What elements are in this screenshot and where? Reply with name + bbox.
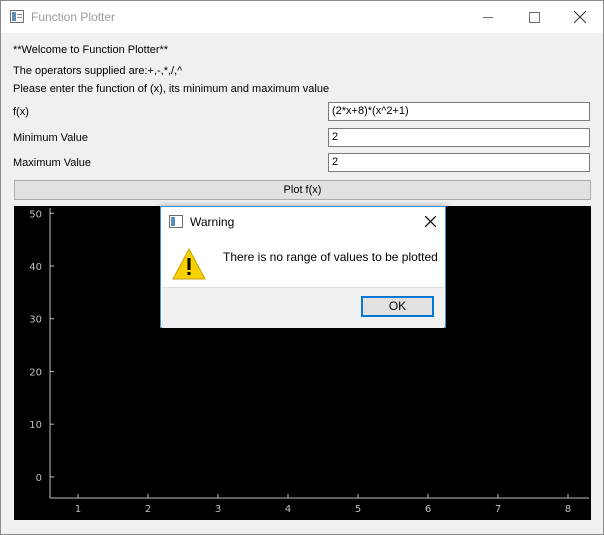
- close-icon: [425, 216, 436, 227]
- y-tick-label: 20: [29, 367, 42, 378]
- x-tick-label: 4: [285, 504, 291, 515]
- maximum-input[interactable]: 2: [328, 153, 590, 172]
- x-tick-label: 6: [425, 504, 431, 515]
- function-input[interactable]: (2*x+8)*(x^2+1): [328, 102, 590, 121]
- minimum-label: Minimum Value: [13, 132, 88, 144]
- y-tick-label: 50: [29, 209, 42, 220]
- maximize-button[interactable]: [511, 1, 557, 33]
- y-tick-label: 10: [29, 420, 42, 431]
- y-tick-label: 30: [29, 315, 42, 326]
- close-icon: [574, 11, 586, 23]
- window-title: Function Plotter: [31, 10, 116, 24]
- dialog-title: Warning: [190, 215, 235, 229]
- maximum-label: Maximum Value: [13, 157, 92, 169]
- operators-text: The operators supplied are:+,-,*,/,^: [13, 65, 183, 77]
- dialog-app-icon: [169, 215, 183, 228]
- instructions-text: Please enter the function of (x), its mi…: [13, 83, 330, 95]
- welcome-text: **Welcome to Function Plotter**: [13, 44, 169, 56]
- main-window: Function Plotter **Welcome to Function P…: [0, 0, 604, 535]
- x-tick-label: 7: [495, 504, 501, 515]
- plot-button[interactable]: Plot f(x): [14, 180, 591, 200]
- minimum-input[interactable]: 2: [328, 128, 590, 147]
- x-tick-label: 5: [355, 504, 361, 515]
- warning-triangle-icon: [172, 247, 206, 280]
- x-tick-label: 2: [145, 504, 151, 515]
- x-tick-label: 1: [75, 504, 81, 515]
- x-tick-label: 3: [215, 504, 221, 515]
- title-bar[interactable]: Function Plotter: [1, 1, 603, 33]
- dialog-close-button[interactable]: [419, 211, 441, 233]
- y-tick-label: 0: [36, 473, 42, 484]
- function-label: f(x): [13, 106, 29, 118]
- warning-dialog: Warning There is no range of values to b…: [160, 206, 446, 328]
- minimize-button[interactable]: [465, 1, 511, 33]
- ok-button[interactable]: OK: [361, 296, 434, 317]
- app-icon: [10, 10, 24, 23]
- y-tick-label: 40: [29, 262, 42, 273]
- close-button[interactable]: [557, 1, 603, 33]
- dialog-message: There is no range of values to be plotte…: [223, 250, 438, 264]
- x-tick-label: 8: [565, 504, 571, 515]
